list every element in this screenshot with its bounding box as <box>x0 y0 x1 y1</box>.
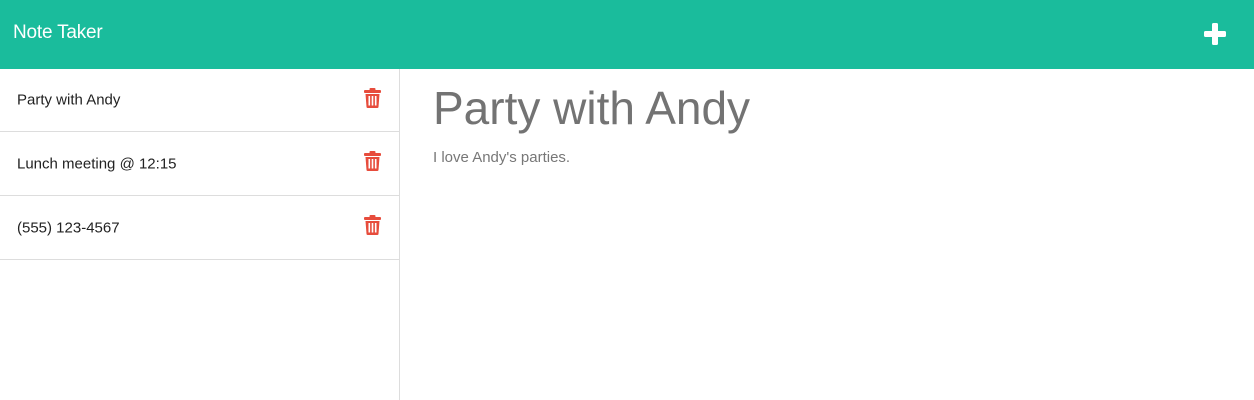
note-text-display: I love Andy's parties. <box>433 149 571 166</box>
delete-note-button[interactable] <box>364 88 381 108</box>
note-list-item-title[interactable]: Lunch meeting @ 12:15 <box>17 155 177 172</box>
note-list-item[interactable]: Lunch meeting @ 12:15 <box>0 132 399 196</box>
note-list: Party with Andy Lunch meeting @ 12:15 (5… <box>0 69 399 260</box>
trash-icon <box>364 215 381 235</box>
plus-icon <box>1204 23 1226 45</box>
trash-icon <box>364 151 381 171</box>
note-list-panel: Party with Andy Lunch meeting @ 12:15 (5… <box>0 69 400 400</box>
note-list-item[interactable]: Party with Andy <box>0 69 399 132</box>
new-note-button[interactable] <box>1202 21 1228 47</box>
trash-icon <box>364 88 381 108</box>
delete-note-button[interactable] <box>364 151 381 171</box>
note-list-item-title[interactable]: (555) 123-4567 <box>17 219 120 236</box>
note-list-item[interactable]: (555) 123-4567 <box>0 196 399 260</box>
navbar: Note Taker <box>0 0 1254 69</box>
note-viewer: Party with Andy I love Andy's parties. <box>400 69 1254 400</box>
note-list-item-title[interactable]: Party with Andy <box>17 92 120 109</box>
app-title[interactable]: Note Taker <box>13 20 103 46</box>
delete-note-button[interactable] <box>364 215 381 235</box>
note-title-display: Party with Andy <box>433 82 751 134</box>
